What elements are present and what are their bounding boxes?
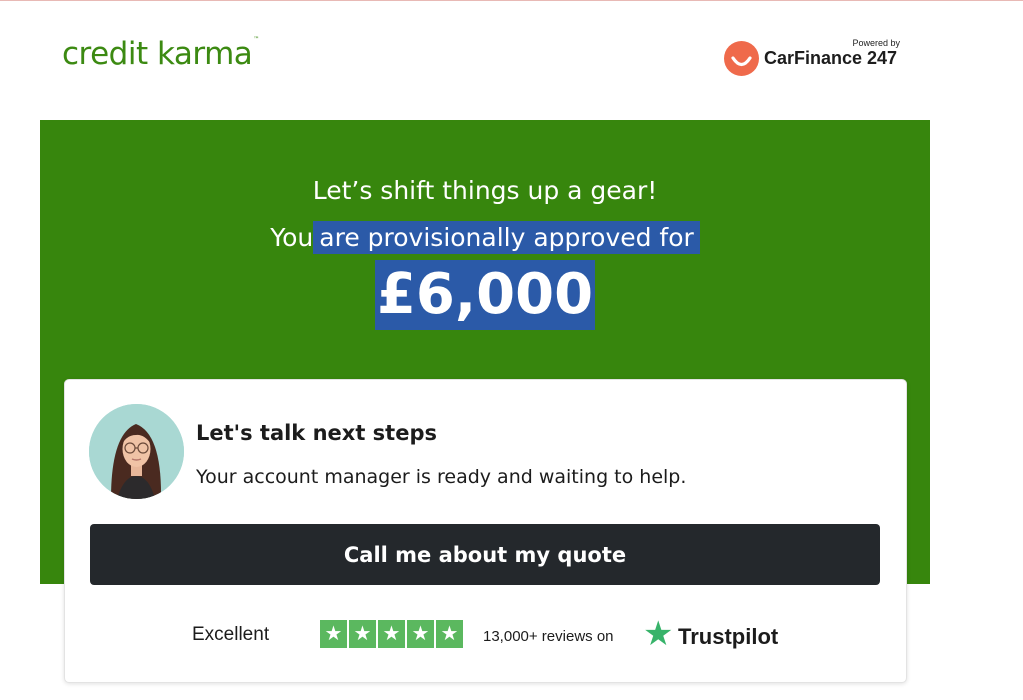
trustpilot-stars: ★ ★ ★ ★ ★	[320, 620, 463, 648]
partner-logo: Powered by CarFinance 247	[724, 38, 904, 78]
hero-headline: Let’s shift things up a gear!	[312, 176, 658, 205]
carfinance-smile-icon	[724, 41, 759, 76]
approval-highlight: are provisionally approved for	[313, 221, 700, 254]
next-steps-card: Let's talk next steps Your account manag…	[64, 379, 907, 683]
approved-amount: £6,000	[374, 260, 596, 330]
powered-by-label: Powered by	[852, 38, 900, 48]
reviews-count: 13,000+ reviews on	[483, 628, 614, 645]
partner-name: CarFinance 247	[764, 48, 898, 68]
hero-approval-line: You are provisionally approved for	[40, 221, 930, 254]
logo-text: credit karma	[62, 36, 253, 72]
card-subtitle: Your account manager is ready and waitin…	[196, 466, 687, 488]
trustpilot-name: Trustpilot	[678, 624, 779, 649]
star-icon: ★	[436, 620, 463, 648]
star-icon: ★	[407, 620, 434, 648]
star-icon: ★	[349, 620, 376, 648]
credit-karma-logo[interactable]: credit karma™	[62, 36, 259, 72]
card-title: Let's talk next steps	[196, 421, 437, 445]
approval-prefix: You	[270, 223, 314, 252]
account-manager-avatar	[89, 404, 184, 499]
star-icon: ★	[378, 620, 405, 648]
call-me-button[interactable]: Call me about my quote	[90, 524, 880, 585]
approved-amount-wrapper: £6,000	[40, 260, 930, 330]
top-divider	[0, 0, 1023, 1]
rating-label: Excellent	[192, 624, 270, 645]
star-icon: ★	[320, 620, 347, 648]
trustpilot-star-icon: ★	[643, 615, 674, 653]
logo-trademark: ™	[253, 36, 259, 43]
